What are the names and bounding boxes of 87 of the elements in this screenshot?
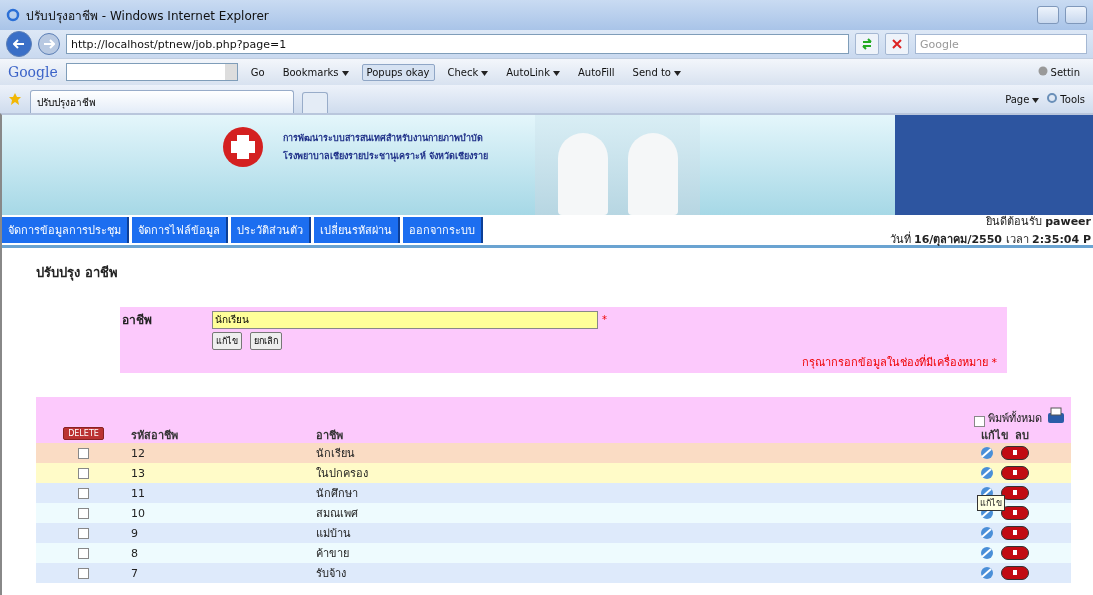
row-checkbox[interactable] — [78, 507, 89, 519]
table-cell: นักเรียน — [316, 443, 975, 463]
toolbar-menu[interactable]: Check — [442, 63, 494, 81]
row-checkbox[interactable] — [78, 447, 89, 459]
table-cell: 10 — [131, 503, 316, 523]
forward-button[interactable] — [38, 33, 60, 55]
nav-menu-item[interactable]: ประวัติส่วนตัว — [231, 217, 311, 243]
toolbar-menu[interactable]: Send to — [627, 63, 686, 81]
required-note: กรุณากรอกข้อมูลในช่องที่มีเครื่องหมาย * — [802, 353, 998, 371]
print-all-label: พิมพ์ทั้งหมด — [988, 410, 1042, 427]
toolbar-menu[interactable]: Bookmarks — [277, 63, 354, 81]
delete-icon[interactable] — [1001, 566, 1029, 580]
banner-title: โรงพยาบาลเชียงรายประชานุเคราะห์ จังหวัดเชียงราย — [283, 149, 489, 163]
row-checkbox[interactable] — [78, 547, 89, 559]
minimize-button[interactable] — [1037, 6, 1059, 24]
nav-menu-item[interactable]: จัดการไฟล์ข้อมูล — [132, 217, 228, 243]
table-cell: แม่บ้าน — [316, 523, 975, 543]
form-button[interactable]: ยกเลิก — [250, 332, 282, 350]
row-checkbox[interactable] — [78, 527, 89, 539]
table-cell: 12 — [131, 443, 316, 463]
row-checkbox[interactable] — [78, 467, 89, 479]
table-cell: สมณเพศ — [316, 503, 975, 523]
delete-icon[interactable] — [1001, 526, 1029, 540]
settings-button[interactable]: Settin — [1032, 63, 1085, 81]
window-title: ปรับปรุงอาชีพ - Windows Internet Explorer — [26, 7, 270, 25]
stop-button[interactable] — [885, 33, 909, 55]
new-tab-button[interactable] — [302, 92, 328, 113]
occupation-input[interactable]: นักเรียน — [212, 310, 598, 329]
page-title: ปรับปรุง อาชีพ — [36, 264, 119, 283]
banner-title: การพัฒนาระบบสารสนเทศสำหรับงานกายภาพบำบัด — [283, 132, 484, 145]
table-cell: รับจ้าง — [316, 563, 975, 583]
tooltip: แก้ไข — [977, 495, 1005, 511]
toolbar-search-field[interactable] — [65, 63, 238, 81]
row-checkbox[interactable] — [78, 567, 89, 579]
table-cell: ในปกครอง — [316, 463, 975, 483]
left-arrow-icon — [13, 39, 25, 49]
form-button[interactable]: แก้ไข — [212, 332, 242, 350]
right-arrow-icon — [43, 39, 55, 49]
table-cell: นักศึกษา — [316, 483, 975, 503]
column-header: รหัสอาชีพ — [131, 428, 179, 443]
table-cell: 7 — [131, 563, 316, 583]
delete-icon[interactable] — [1001, 446, 1029, 460]
browser-logo-icon — [6, 8, 20, 22]
refresh-button[interactable] — [855, 33, 879, 55]
table-cell: 8 — [131, 543, 316, 563]
column-header: อาชีพ — [316, 428, 344, 443]
toolbar-button[interactable]: AutoFill — [573, 63, 620, 81]
field-label: อาชีพ — [121, 312, 153, 329]
browser-tab[interactable]: ปรับปรุงอาชีพ — [30, 90, 294, 113]
toolbar-button[interactable]: Popups okay — [361, 63, 435, 81]
go-button[interactable]: Go — [245, 63, 270, 81]
nav-menu-item[interactable]: ออกจากระบบ — [403, 217, 483, 243]
restore-button[interactable] — [1065, 6, 1087, 24]
table-cell: 13 — [131, 463, 316, 483]
table-cell: ค้าขาย — [316, 543, 975, 563]
page-menu[interactable]: Page — [1005, 93, 1040, 105]
caret-icon — [481, 70, 489, 76]
delete-button[interactable]: DELETE — [63, 427, 104, 440]
column-header: ลบ — [1015, 428, 1029, 444]
caret-icon — [1032, 97, 1040, 103]
settings-icon — [1047, 93, 1058, 103]
row-checkbox[interactable] — [78, 487, 89, 499]
print-all-checkbox[interactable] — [974, 416, 985, 427]
refresh-icon — [861, 38, 873, 50]
toolbar-logo: Google — [8, 64, 58, 80]
back-button[interactable] — [6, 31, 32, 57]
delete-icon[interactable] — [1001, 466, 1029, 480]
table-cell: 11 — [131, 483, 316, 503]
caret-icon — [553, 70, 560, 76]
nav-menu-item[interactable]: เปลี่ยนรหัสผ่าน — [314, 217, 400, 243]
date-time-text: วันที่ 16/ตุลาคม/2550 เวลา 2:35:04 P — [889, 230, 1091, 248]
caret-icon — [673, 70, 681, 76]
delete-icon[interactable] — [1001, 486, 1029, 500]
circle-icon — [1037, 66, 1048, 76]
table-cell: 9 — [131, 523, 316, 543]
address-field[interactable]: http://localhost/ptnew/job.php?page=1 — [66, 34, 849, 54]
tools-menu[interactable]: Tools — [1047, 93, 1085, 105]
welcome-text: ยินดีต้อนรับ paweer — [985, 214, 1091, 230]
caret-icon — [341, 70, 349, 76]
column-header: แก้ไข — [981, 428, 1009, 444]
toolbar-menu[interactable]: AutoLink — [501, 63, 565, 81]
delete-icon[interactable] — [1001, 506, 1029, 520]
required-mark: * — [602, 314, 607, 325]
delete-icon[interactable] — [1001, 546, 1029, 560]
nav-menu-item[interactable]: จัดการข้อมูลการประชุม — [2, 217, 129, 243]
close-icon — [892, 39, 902, 49]
star-icon[interactable] — [8, 92, 22, 106]
